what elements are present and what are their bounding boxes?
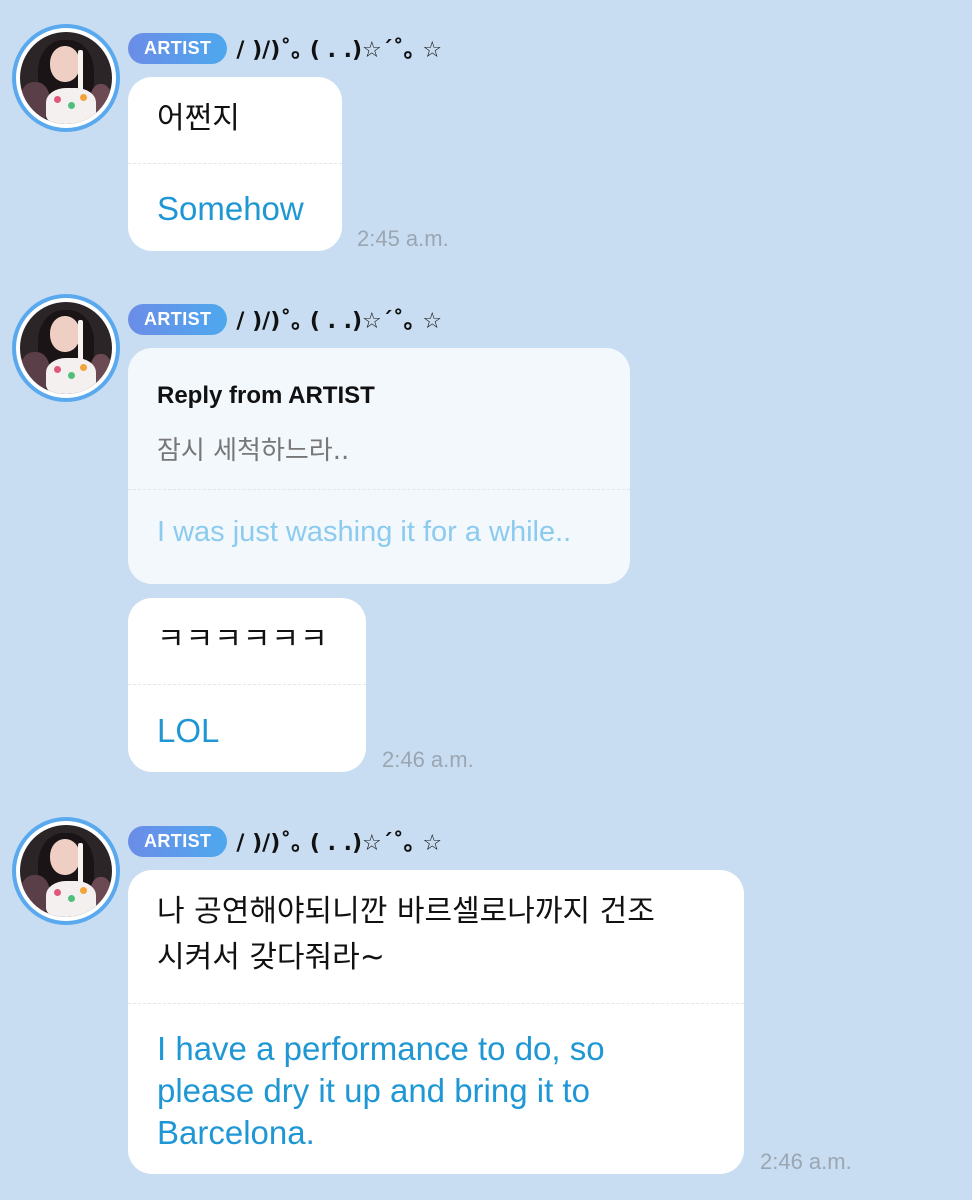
- message-translation-line: Barcelona.: [157, 1114, 315, 1151]
- message-time: 2:46 a.m.: [760, 1149, 852, 1174]
- message-translation: Somehow: [157, 190, 304, 227]
- reply-korean: 잠시 세척하느라..: [157, 436, 350, 466]
- message-korean-line: 시켜서 갖다줘라~: [157, 940, 385, 975]
- message-translation: LOL: [157, 712, 220, 749]
- artist-avatar[interactable]: [12, 24, 120, 132]
- artist-avatar[interactable]: [12, 294, 120, 402]
- profile-photo: [20, 825, 112, 917]
- message-header: ARTIST / )/)˚｡ ( . .)☆´˚｡ ☆: [128, 302, 442, 336]
- message-translation-line: please dry it up and bring it to: [157, 1072, 590, 1109]
- sender-nickname: / )/)˚｡ ( . .)☆´˚｡ ☆: [236, 831, 443, 856]
- message-korean: ㅋㅋㅋㅋㅋㅋ: [157, 622, 329, 657]
- reply-translation: I was just washing it for a while..: [157, 516, 572, 548]
- translation-divider: [128, 1003, 744, 1004]
- profile-photo: [20, 32, 112, 124]
- reply-bubble[interactable]: Reply from ARTIST 잠시 세척하느라.. I was just …: [128, 348, 630, 584]
- sender-nickname: / )/)˚｡ ( . .)☆´˚｡ ☆: [236, 38, 443, 63]
- message-time: 2:46 a.m.: [382, 747, 474, 772]
- translation-divider: [128, 163, 342, 164]
- artist-avatar[interactable]: [12, 817, 120, 925]
- translation-divider: [128, 684, 366, 685]
- message-translation-line: I have a performance to do, so: [157, 1030, 605, 1067]
- reply-title: Reply from ARTIST: [157, 382, 375, 409]
- message-time: 2:45 a.m.: [357, 226, 449, 251]
- artist-badge: ARTIST: [128, 32, 228, 64]
- message-bubble[interactable]: ㅋㅋㅋㅋㅋㅋ LOL: [128, 598, 366, 772]
- message-korean-line: 나 공연해야되니깐 바르셀로나까지 건조: [157, 894, 655, 929]
- sender-nickname: / )/)˚｡ ( . .)☆´˚｡ ☆: [236, 309, 443, 334]
- artist-badge: ARTIST: [128, 825, 228, 857]
- message-bubble[interactable]: 어쩐지 Somehow: [128, 77, 342, 251]
- translation-divider: [128, 489, 630, 490]
- profile-photo: [20, 302, 112, 394]
- artist-badge: ARTIST: [128, 303, 228, 335]
- message-header: ARTIST / )/)˚｡ ( . .)☆´˚｡ ☆: [128, 824, 442, 858]
- message-korean: 어쩐지: [157, 101, 240, 136]
- message-header: ARTIST / )/)˚｡ ( . .)☆´˚｡ ☆: [128, 31, 442, 65]
- message-bubble[interactable]: 나 공연해야되니깐 바르셀로나까지 건조 시켜서 갖다줘라~ I have a …: [128, 870, 744, 1174]
